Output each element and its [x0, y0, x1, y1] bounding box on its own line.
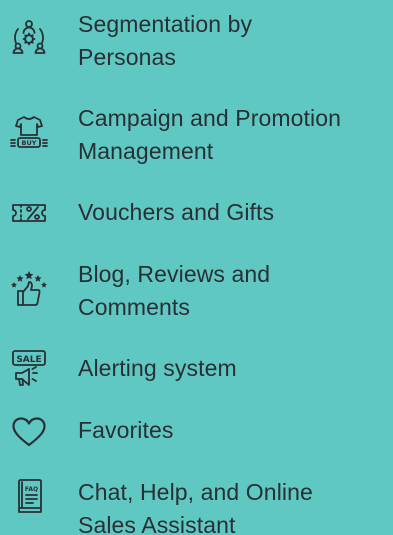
feature-item-chat: FAQ Chat, Help, and Online Sales Assista… — [0, 476, 393, 535]
feature-list: Segmentation by Personas BUY Campaign an… — [0, 0, 393, 535]
feature-label-campaign-line1: Campaign and Promotion — [78, 105, 342, 131]
thumbs-up-stars-icon — [6, 266, 52, 312]
feature-label-chat-line2: Sales Assistant — [78, 512, 236, 535]
feature-label-segmentation-line1: Segmentation by — [78, 11, 253, 37]
feature-item-blog: Blog, Reviews and Comments — [0, 258, 393, 324]
svg-text:SALE: SALE — [16, 355, 41, 365]
svg-text:BUY: BUY — [22, 139, 37, 147]
feature-label-blog-line2: Comments — [78, 294, 190, 320]
feature-item-campaign: BUY Campaign and Promotion Management — [0, 102, 393, 168]
svg-text:FAQ: FAQ — [25, 486, 38, 493]
feature-label-favorites: Favorites — [78, 417, 174, 443]
persona-segmentation-icon — [6, 14, 52, 60]
feature-label-segmentation-line2: Personas — [78, 44, 176, 70]
feature-item-segmentation: Segmentation by Personas — [0, 8, 393, 74]
feature-item-vouchers: Vouchers and Gifts — [0, 196, 393, 232]
heart-icon — [6, 409, 52, 455]
feature-label-campaign-line2: Management — [78, 138, 214, 164]
feature-item-favorites: Favorites — [0, 414, 393, 450]
feature-label-blog-line1: Blog, Reviews and — [78, 261, 271, 287]
feature-label-alerting: Alerting system — [78, 355, 237, 381]
voucher-percent-icon — [6, 190, 52, 236]
sale-megaphone-icon: SALE — [6, 346, 52, 392]
feature-label-chat-line1: Chat, Help, and Online — [78, 479, 313, 505]
feature-label-vouchers: Vouchers and Gifts — [78, 199, 275, 225]
faq-book-icon: FAQ — [6, 473, 52, 519]
tshirt-buy-icon: BUY — [6, 110, 52, 156]
feature-item-alerting: SALE Alerting system — [0, 350, 393, 388]
